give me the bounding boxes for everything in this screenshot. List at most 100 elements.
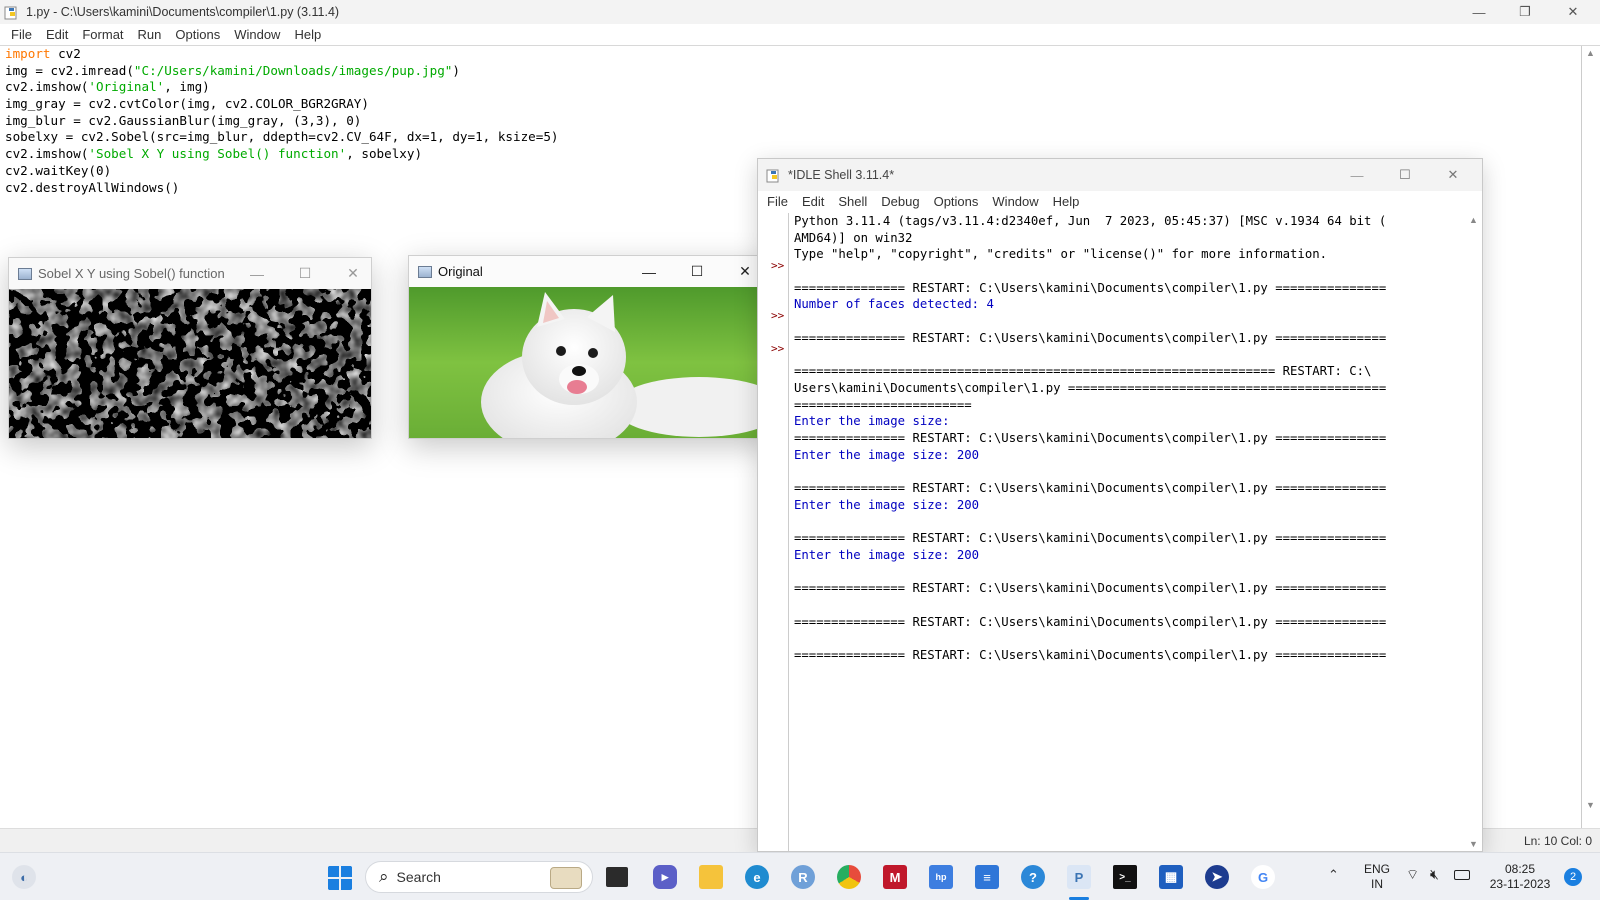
sobel-edge-image: [9, 289, 371, 438]
close-button[interactable]: ✕: [1550, 0, 1596, 24]
menu-debug[interactable]: Debug: [874, 191, 926, 213]
file-explorer-icon[interactable]: [699, 865, 723, 889]
speaker-muted-icon[interactable]: 🔇︎: [1430, 866, 1439, 883]
shell-output-line: [794, 563, 1462, 580]
string-literal: "C:/Users/kamini/Downloads/images/pup.jp…: [133, 62, 453, 78]
shell-output-line: ========================================…: [794, 364, 1372, 379]
google-icon[interactable]: G: [1251, 865, 1275, 889]
shell-output-line: Enter the image size: 200: [794, 547, 980, 562]
maximize-button[interactable]: ☐: [1382, 159, 1428, 191]
window-icon: [418, 265, 432, 278]
menu-file[interactable]: File: [4, 24, 39, 46]
idle-shell-window[interactable]: *IDLE Shell 3.11.4* ― ☐ ✕ File Edit Shel…: [757, 158, 1483, 852]
get-help-icon[interactable]: ?: [1021, 865, 1045, 889]
code-text: cv2.imshow(: [5, 146, 89, 162]
menu-options[interactable]: Options: [168, 24, 227, 46]
menu-file[interactable]: File: [760, 191, 795, 213]
shell-titlebar: *IDLE Shell 3.11.4* ― ☐ ✕: [758, 159, 1482, 191]
code-text: , sobelxy): [346, 146, 423, 162]
python-idle-taskbar-icon[interactable]: P: [1067, 865, 1091, 889]
shell-output-line: =============== RESTART: C:\Users\kamini…: [794, 614, 1387, 629]
scroll-down-icon[interactable]: ▼: [1469, 839, 1478, 849]
sobel-window[interactable]: Sobel X Y using Sobel() function ― ☐ ✕: [8, 257, 372, 439]
shell-scrollbar[interactable]: ▲ ▼: [1464, 213, 1482, 851]
shell-output-line: =============== RESTART: C:\Users\kamini…: [794, 430, 1387, 445]
notification-badge[interactable]: 2: [1564, 868, 1582, 886]
wifi-icon[interactable]: ⌔: [1406, 866, 1419, 884]
microsoft-store-icon[interactable]: ▦: [1159, 865, 1183, 889]
sobel-window-title: Sobel X Y using Sobel() function: [38, 266, 225, 281]
code-line: img_blur = cv2.GaussianBlur(img_gray, (3…: [5, 112, 362, 128]
notepad-icon[interactable]: ≡: [975, 865, 999, 889]
shell-output-line: [794, 463, 1462, 480]
menu-edit[interactable]: Edit: [795, 191, 831, 213]
sobel-window-titlebar: Sobel X Y using Sobel() function ― ☐ ✕: [9, 258, 371, 289]
language-indicator[interactable]: ENG IN: [1362, 862, 1392, 892]
shell-output-line: =============== RESTART: C:\Users\kamini…: [794, 581, 1387, 596]
menu-run[interactable]: Run: [131, 24, 169, 46]
shell-output-line: ========================: [794, 397, 972, 412]
scroll-up-icon[interactable]: ▲: [1586, 48, 1595, 58]
editor-scrollbar[interactable]: ▲ ▼: [1582, 46, 1600, 828]
keyword: import: [5, 46, 51, 61]
cursor-position: Ln: 10 Col: 0: [1523, 834, 1592, 848]
search-label: Search: [396, 869, 441, 885]
menu-shell[interactable]: Shell: [831, 191, 874, 213]
menu-format[interactable]: Format: [75, 24, 130, 46]
shell-prompt: >>: [771, 259, 785, 272]
string-literal: 'Sobel X Y using Sobel() function': [88, 146, 347, 162]
terminal-icon[interactable]: >_: [1113, 865, 1137, 889]
r-profile-icon[interactable]: R: [791, 865, 815, 889]
myhp-icon[interactable]: hp: [929, 865, 953, 889]
minimize-button[interactable]: ―: [625, 256, 673, 287]
battery-icon[interactable]: [1454, 870, 1470, 880]
task-view-icon[interactable]: [606, 867, 628, 887]
minimize-button[interactable]: ―: [1334, 159, 1380, 191]
menu-window[interactable]: Window: [227, 24, 287, 46]
chevron-up-icon[interactable]: ⌃: [1328, 867, 1339, 883]
shell-menubar: File Edit Shell Debug Options Window Hel…: [758, 191, 1482, 213]
shell-output-line: Python 3.11.4 (tags/v3.11.4:d2340ef, Jun…: [794, 214, 1387, 228]
minimize-button[interactable]: ―: [1456, 0, 1502, 24]
shell-output[interactable]: Python 3.11.4 (tags/v3.11.4:d2340ef, Jun…: [794, 213, 1462, 851]
python-idle-icon: [766, 169, 779, 183]
shell-output-line: [794, 263, 1462, 280]
menu-help[interactable]: Help: [1046, 191, 1087, 213]
maximize-button[interactable]: ☐: [281, 258, 329, 289]
original-window-title: Original: [438, 264, 483, 279]
code-line: cv2.imshow('Original', img): [5, 79, 1581, 96]
app-icon-navigator[interactable]: ➤: [1205, 865, 1229, 889]
restore-button[interactable]: ❐: [1502, 0, 1548, 24]
edge-icon[interactable]: e: [745, 865, 769, 889]
shell-output-line: Number of faces detected: 4: [794, 297, 994, 312]
menu-window[interactable]: Window: [985, 191, 1045, 213]
weather-icon[interactable]: ◐: [12, 865, 36, 889]
code-text: ): [452, 62, 460, 78]
shell-output-line: Users\kamini\Documents\compiler\1.py ===…: [794, 380, 1387, 395]
shell-output-line: [794, 597, 1462, 614]
shell-prompt: >>: [771, 309, 785, 322]
shell-output-line: =============== RESTART: C:\Users\kamini…: [794, 481, 1387, 495]
mcafee-icon[interactable]: M: [883, 865, 907, 889]
teams-chat-icon[interactable]: ▸: [653, 865, 677, 889]
menu-options[interactable]: Options: [927, 191, 986, 213]
shell-output-line: AMD64)] on win32: [794, 230, 913, 245]
minimize-button[interactable]: ―: [233, 258, 281, 289]
editor-window-title: 1.py - C:\Users\kamini\Documents\compile…: [26, 5, 340, 19]
windows-start-icon[interactable]: [327, 865, 353, 891]
window-icon: [18, 267, 32, 280]
menu-edit[interactable]: Edit: [39, 24, 75, 46]
close-button[interactable]: ✕: [1430, 159, 1476, 191]
scroll-down-icon[interactable]: ▼: [1586, 800, 1595, 810]
chrome-icon[interactable]: [837, 865, 861, 889]
shell-output-line: =============== RESTART: C:\Users\kamini…: [794, 330, 1387, 345]
maximize-button[interactable]: ☐: [673, 256, 721, 287]
menu-help[interactable]: Help: [287, 24, 328, 46]
close-button[interactable]: ✕: [329, 258, 377, 289]
puppy-photo: [409, 287, 771, 438]
clock[interactable]: 08:25 23-11-2023: [1482, 862, 1558, 892]
original-window[interactable]: Original ― ☐ ✕: [408, 255, 772, 439]
shell-output-line: Enter the image size: 200: [794, 497, 980, 512]
taskbar-search[interactable]: ⌕ Search: [365, 861, 593, 893]
scroll-up-icon[interactable]: ▲: [1469, 215, 1478, 225]
